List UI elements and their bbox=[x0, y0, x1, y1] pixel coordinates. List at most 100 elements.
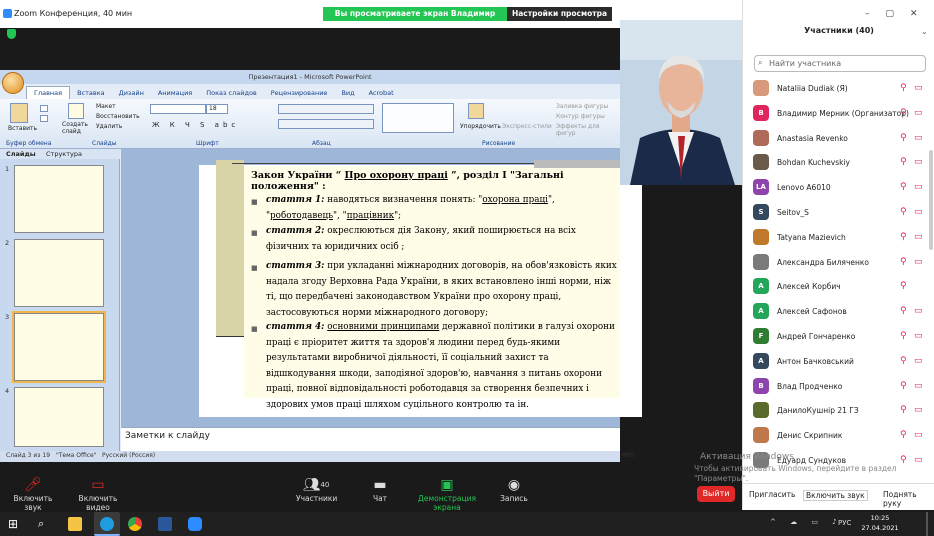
cut-icon[interactable] bbox=[40, 105, 48, 112]
new-slide-button[interactable]: Создать слайд bbox=[62, 121, 92, 135]
font-size-select[interactable]: 18 bbox=[206, 104, 228, 114]
windows-start-icon[interactable]: ⊞ bbox=[8, 517, 22, 531]
participant-row[interactable]: A Алексей Корбич ⚲ bbox=[753, 275, 929, 299]
zoom-app-icon[interactable] bbox=[188, 517, 202, 531]
font-format-buttons[interactable]: Ж К Ч S abc bbox=[152, 121, 239, 129]
participant-row[interactable]: B Владимир Мерник (Организатор) ⚲ ▭ bbox=[753, 102, 929, 126]
participant-row[interactable]: Bohdan Kuchevskiy ⚲ ▭ bbox=[753, 151, 929, 175]
muted-mic-icon: 🎤︎ bbox=[24, 477, 42, 493]
paragraph-align-buttons[interactable] bbox=[278, 119, 374, 129]
participant-avatar bbox=[753, 228, 769, 245]
notes-field[interactable]: Заметки к слайду bbox=[121, 427, 620, 451]
word-icon[interactable] bbox=[158, 517, 172, 531]
record-button[interactable]: ◉ Запись bbox=[496, 476, 532, 503]
invite-button[interactable]: Пригласить bbox=[749, 490, 795, 499]
slide-thumbnail-1[interactable] bbox=[14, 165, 104, 233]
paste-button[interactable]: Вставить bbox=[8, 125, 37, 132]
speaker-video-tile[interactable] bbox=[620, 20, 742, 185]
share-screen-button[interactable]: ▣ Демонстрация экрана bbox=[406, 476, 488, 512]
participant-row[interactable]: Денис Скрипник ⚲ ▭ bbox=[753, 424, 929, 448]
edge-icon[interactable] bbox=[100, 517, 114, 531]
participants-button[interactable]: 👥︎40 Участники bbox=[296, 476, 337, 503]
participant-row[interactable]: Anastasia Revenko ⚲ ▭ bbox=[753, 127, 929, 151]
audio-label: Включить звук bbox=[13, 494, 53, 512]
muted-mic-icon: ⚲ bbox=[900, 182, 907, 193]
delete-slide-button[interactable]: Удалить bbox=[96, 123, 122, 130]
participant-name: Владимир Мерник (Организатор) bbox=[777, 108, 909, 118]
participant-row[interactable]: Tatyana Mazievich ⚲ ▭ bbox=[753, 226, 929, 250]
participant-row[interactable]: F Андрей Гончаренко ⚲ ▭ bbox=[753, 325, 929, 349]
office-button-icon[interactable] bbox=[2, 72, 24, 94]
participants-scrollbar[interactable] bbox=[929, 150, 933, 250]
muted-mic-icon: ⚲ bbox=[900, 430, 907, 441]
participant-avatar: A bbox=[753, 278, 769, 295]
start-video-button[interactable]: ▭ Включить видео bbox=[66, 476, 130, 512]
slide-top-accent bbox=[534, 160, 620, 168]
participant-avatar: F bbox=[753, 328, 769, 344]
participant-row[interactable]: LA Lenovo A6010 ⚲ ▭ bbox=[753, 176, 929, 200]
leave-meeting-button[interactable]: Выйти bbox=[697, 486, 735, 502]
unmute-audio-button[interactable]: 🎤︎ Включить звук bbox=[4, 476, 62, 512]
tab-slides[interactable]: Слайды bbox=[6, 150, 36, 158]
file-explorer-icon[interactable] bbox=[68, 517, 82, 531]
group-clipboard-label: Буфер обмена bbox=[6, 140, 52, 147]
language-indicator[interactable]: РУС bbox=[838, 519, 851, 527]
thumbnail-number: 4 bbox=[5, 387, 10, 395]
participant-row[interactable]: Александра Биляченко ⚲ ▭ bbox=[753, 251, 929, 275]
participant-row[interactable]: Nataliia Dudiak (Я) ⚲ ▭ bbox=[753, 77, 929, 101]
security-shield-icon[interactable] bbox=[7, 29, 16, 39]
tab-home[interactable]: Главная bbox=[26, 86, 71, 100]
shapes-gallery[interactable] bbox=[382, 103, 454, 133]
participant-row[interactable]: A Алексей Сафонов ⚲ ▭ bbox=[753, 300, 929, 324]
slide-thumbnail-3[interactable] bbox=[12, 311, 106, 383]
copy-icon[interactable] bbox=[40, 115, 48, 122]
paragraph-list-buttons[interactable] bbox=[278, 104, 374, 114]
participant-search-input[interactable]: Найти участника bbox=[754, 55, 926, 72]
participant-avatar bbox=[753, 253, 769, 270]
clock-time: 10:25 bbox=[870, 514, 890, 522]
participant-row[interactable]: S Seitov_S ⚲ ▭ bbox=[753, 201, 929, 225]
video-off-icon: ▭ bbox=[914, 83, 923, 93]
new-slide-icon[interactable] bbox=[68, 103, 84, 119]
thumbnail-number: 1 bbox=[5, 165, 10, 173]
bullet-marker: ■ bbox=[251, 229, 258, 237]
show-desktop-button[interactable] bbox=[926, 512, 928, 536]
shape-fill-button[interactable]: Заливка фигуры bbox=[556, 103, 608, 110]
tab-outline[interactable]: Структура bbox=[46, 150, 82, 158]
video-label: Включить видео bbox=[78, 494, 118, 512]
participant-row[interactable]: A Антон Бачковський ⚲ ▭ bbox=[753, 350, 929, 374]
font-family-select[interactable] bbox=[150, 104, 206, 114]
paste-icon[interactable] bbox=[10, 103, 28, 123]
arrange-icon[interactable] bbox=[468, 103, 484, 119]
unmute-button[interactable]: Включить звук bbox=[803, 490, 868, 501]
layout-button[interactable]: Макет bbox=[96, 103, 116, 110]
chat-button[interactable]: ▬ Чат bbox=[366, 476, 394, 503]
participant-row[interactable]: ДанилоКушнір 21 ГЗ ⚲ ▭ bbox=[753, 399, 929, 423]
view-options-button[interactable]: Настройки просмотра bbox=[507, 7, 612, 21]
participant-avatar bbox=[753, 427, 769, 444]
tray-icons[interactable]: ^ ☁ ▭ ♪ bbox=[770, 518, 843, 526]
participant-name: Nataliia Dudiak (Я) bbox=[777, 84, 848, 93]
panel-collapse-icon[interactable]: ⌄ bbox=[921, 27, 928, 36]
slide-thumbnail-2[interactable] bbox=[14, 239, 104, 307]
chat-label: Чат bbox=[372, 494, 388, 503]
zoom-level[interactable]: 86% bbox=[622, 452, 635, 459]
taskbar-search-icon[interactable]: ⌕ bbox=[38, 517, 52, 531]
chrome-icon[interactable] bbox=[128, 517, 142, 531]
participants-header: Участники (40) bbox=[804, 26, 874, 35]
participant-name: ДанилоКушнір 21 ГЗ bbox=[777, 406, 859, 416]
participant-row[interactable]: B Влад Продченко ⚲ ▭ bbox=[753, 375, 929, 399]
window-controls[interactable]: –▢✕ bbox=[865, 9, 934, 19]
shape-outline-button[interactable]: Контур фигуры bbox=[556, 113, 605, 120]
arrange-button[interactable]: Упорядочить bbox=[460, 123, 501, 130]
taskbar-clock[interactable]: 10:25 27.04.2021 bbox=[858, 513, 902, 533]
quick-styles-button[interactable]: Экспресс-стили bbox=[502, 123, 552, 130]
reset-button[interactable]: Восстановить bbox=[96, 113, 140, 120]
slide-thumbnail-4[interactable] bbox=[14, 387, 104, 447]
shape-effects-button[interactable]: Эффекты для фигур bbox=[556, 123, 620, 137]
participant-name: Bohdan Kuchevskiy bbox=[777, 158, 850, 168]
raise-hand-button[interactable]: Поднять руку bbox=[883, 490, 934, 508]
bullet-marker: ■ bbox=[251, 264, 258, 272]
muted-mic-icon: ⚲ bbox=[900, 231, 907, 242]
speaker-video-image bbox=[620, 20, 742, 185]
